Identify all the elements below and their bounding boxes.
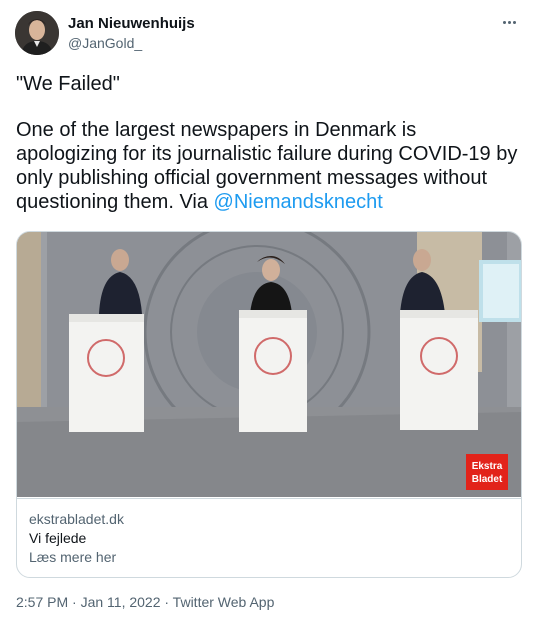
tweet-text: One of the largest newspapers in Denmark…: [16, 118, 521, 214]
press-conference-photo: Ekstra Bladet: [17, 232, 521, 497]
logo-line-2: Bladet: [472, 474, 503, 485]
card-description: Læs mere her: [29, 549, 117, 565]
tweet-timestamp[interactable]: 2:57 PM · Jan 11, 2022 · Twitter Web App: [16, 594, 274, 610]
author-name[interactable]: Jan Nieuwenhuijs: [68, 15, 195, 32]
link-card[interactable]: Ekstra Bladet ekstrabladet.dk Vi fejlede…: [16, 231, 522, 578]
tweet-quote: "We Failed": [16, 73, 120, 95]
tweet: Jan Nieuwenhuijs @JanGold_ "We Failed" O…: [0, 0, 537, 625]
profile-photo-icon: [15, 11, 59, 55]
logo-line-1: Ekstra: [472, 461, 503, 472]
card-image[interactable]: Ekstra Bladet: [17, 232, 521, 497]
card-domain: ekstrabladet.dk: [29, 511, 124, 527]
author-handle[interactable]: @JanGold_: [68, 35, 142, 51]
card-meta[interactable]: ekstrabladet.dk Vi fejlede Læs mere her: [17, 498, 521, 577]
more-options-icon[interactable]: [499, 12, 519, 32]
mention-link[interactable]: @Niemandsknecht: [214, 191, 383, 213]
avatar[interactable]: [15, 11, 59, 55]
card-title: Vi fejlede: [29, 530, 87, 546]
